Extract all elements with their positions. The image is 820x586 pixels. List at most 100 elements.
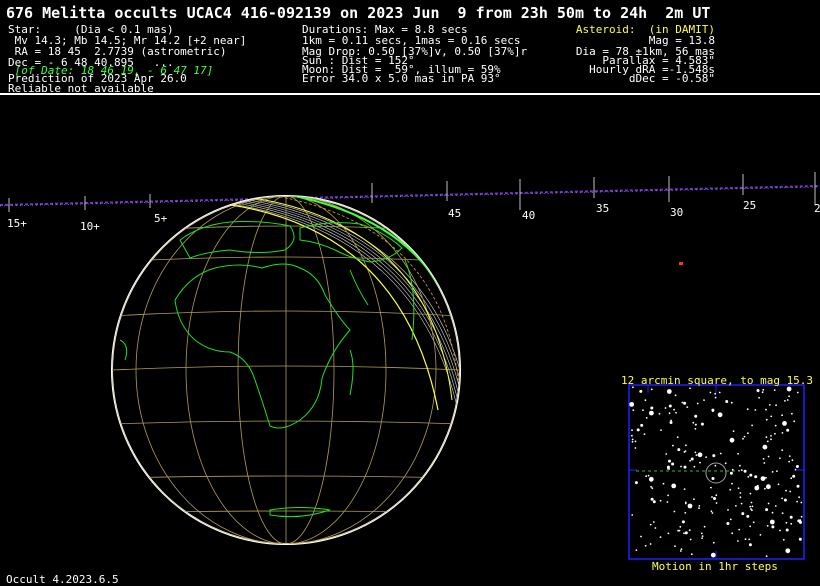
chart-star: [680, 465, 682, 468]
timeline-label-20: 2: [814, 202, 820, 215]
chart-star: [788, 455, 791, 457]
chart-star: [766, 525, 769, 527]
chart-star: [759, 534, 762, 536]
chart-star: [738, 528, 741, 531]
chart-star: [752, 521, 755, 524]
chart-star: [743, 435, 746, 438]
chart-star: [642, 409, 644, 412]
chart-star: [784, 400, 786, 402]
chart-star: [667, 494, 669, 497]
chart-star: [763, 462, 766, 464]
timeline-label-35: 35: [596, 202, 610, 215]
chart-star: [737, 452, 739, 455]
chart-star: [714, 396, 717, 399]
chart-star: [765, 418, 768, 421]
chart-star: [732, 430, 735, 432]
chart-star: [710, 486, 712, 489]
chart-star: [712, 454, 716, 458]
chart-star: [773, 389, 776, 391]
chart-star: [712, 410, 714, 413]
timeline-label-15: 15+: [7, 217, 27, 230]
chart-star: [698, 507, 700, 510]
chart-star: [640, 535, 642, 538]
chart-star: [668, 412, 671, 415]
chart-star: [766, 440, 769, 443]
chart-star: [673, 408, 675, 411]
starchart-top-label: 12 arcmin square, to mag 15.3: [621, 374, 814, 387]
chart-star: [652, 521, 655, 523]
chart-star: [761, 391, 764, 394]
timeline: [0, 172, 820, 212]
chart-star: [713, 497, 716, 500]
occultation-map: [0, 172, 820, 560]
chart-star: [632, 409, 635, 411]
chart-star: [649, 543, 652, 545]
chart-star: [665, 453, 668, 455]
chart-star: [774, 432, 776, 435]
chart-star: [786, 428, 790, 432]
chart-star: [790, 477, 793, 480]
chart-star: [785, 521, 788, 524]
chart-star: [798, 496, 800, 499]
chart-star: [737, 540, 739, 542]
chart-star: [795, 465, 799, 468]
chart-star: [710, 510, 713, 513]
chart-star: [749, 505, 752, 508]
chart-star: [675, 411, 677, 414]
chart-star: [790, 522, 793, 525]
chart-star: [726, 522, 730, 525]
chart-star: [715, 502, 718, 504]
chart-star: [789, 515, 793, 519]
chart-star: [674, 394, 677, 397]
chart-star: [730, 401, 733, 404]
chart-star: [668, 459, 671, 463]
star-chart: [628, 384, 805, 560]
chart-star: [703, 399, 705, 401]
chart-star: [770, 415, 773, 418]
chart-star: [694, 427, 697, 430]
chart-star: [652, 500, 656, 504]
chart-star: [777, 483, 780, 486]
chart-star: [729, 471, 733, 475]
chart-star: [792, 474, 796, 478]
chart-star: [751, 505, 754, 508]
chart-star: [783, 498, 787, 502]
chart-star: [767, 502, 770, 505]
earth-globe: [111, 195, 461, 545]
chart-star: [701, 535, 704, 537]
chart-star: [698, 505, 701, 507]
chart-star: [760, 476, 766, 481]
chart-star: [650, 497, 654, 501]
chart-star: [729, 437, 735, 443]
chart-star: [756, 389, 760, 392]
chart-star: [749, 525, 752, 528]
chart-star: [775, 404, 777, 407]
chart-star: [651, 487, 654, 490]
chart-star: [645, 475, 648, 478]
chart-star: [693, 465, 696, 468]
chart-star: [659, 499, 662, 502]
chart-star: [709, 391, 712, 394]
chart-star: [686, 406, 689, 408]
chart-star: [744, 538, 747, 541]
chart-star: [779, 457, 781, 460]
chart-star: [671, 483, 677, 489]
chart-star: [697, 452, 703, 458]
chart-star: [634, 447, 637, 449]
chart-star: [746, 408, 749, 411]
chart-star: [679, 525, 682, 528]
chart-star: [781, 497, 783, 500]
chart-star: [742, 437, 744, 440]
chart-star: [793, 420, 796, 423]
chart-star: [718, 391, 721, 394]
chart-star: [727, 509, 729, 511]
chart-star: [789, 490, 792, 493]
chart-star: [771, 471, 774, 473]
chart-star: [636, 428, 640, 432]
chart-star: [680, 548, 683, 551]
chart-star: [673, 510, 676, 513]
chart-star: [751, 509, 753, 512]
timeline-label-40: 40: [522, 209, 536, 222]
chart-star: [715, 494, 718, 497]
chart-star: [770, 438, 772, 441]
